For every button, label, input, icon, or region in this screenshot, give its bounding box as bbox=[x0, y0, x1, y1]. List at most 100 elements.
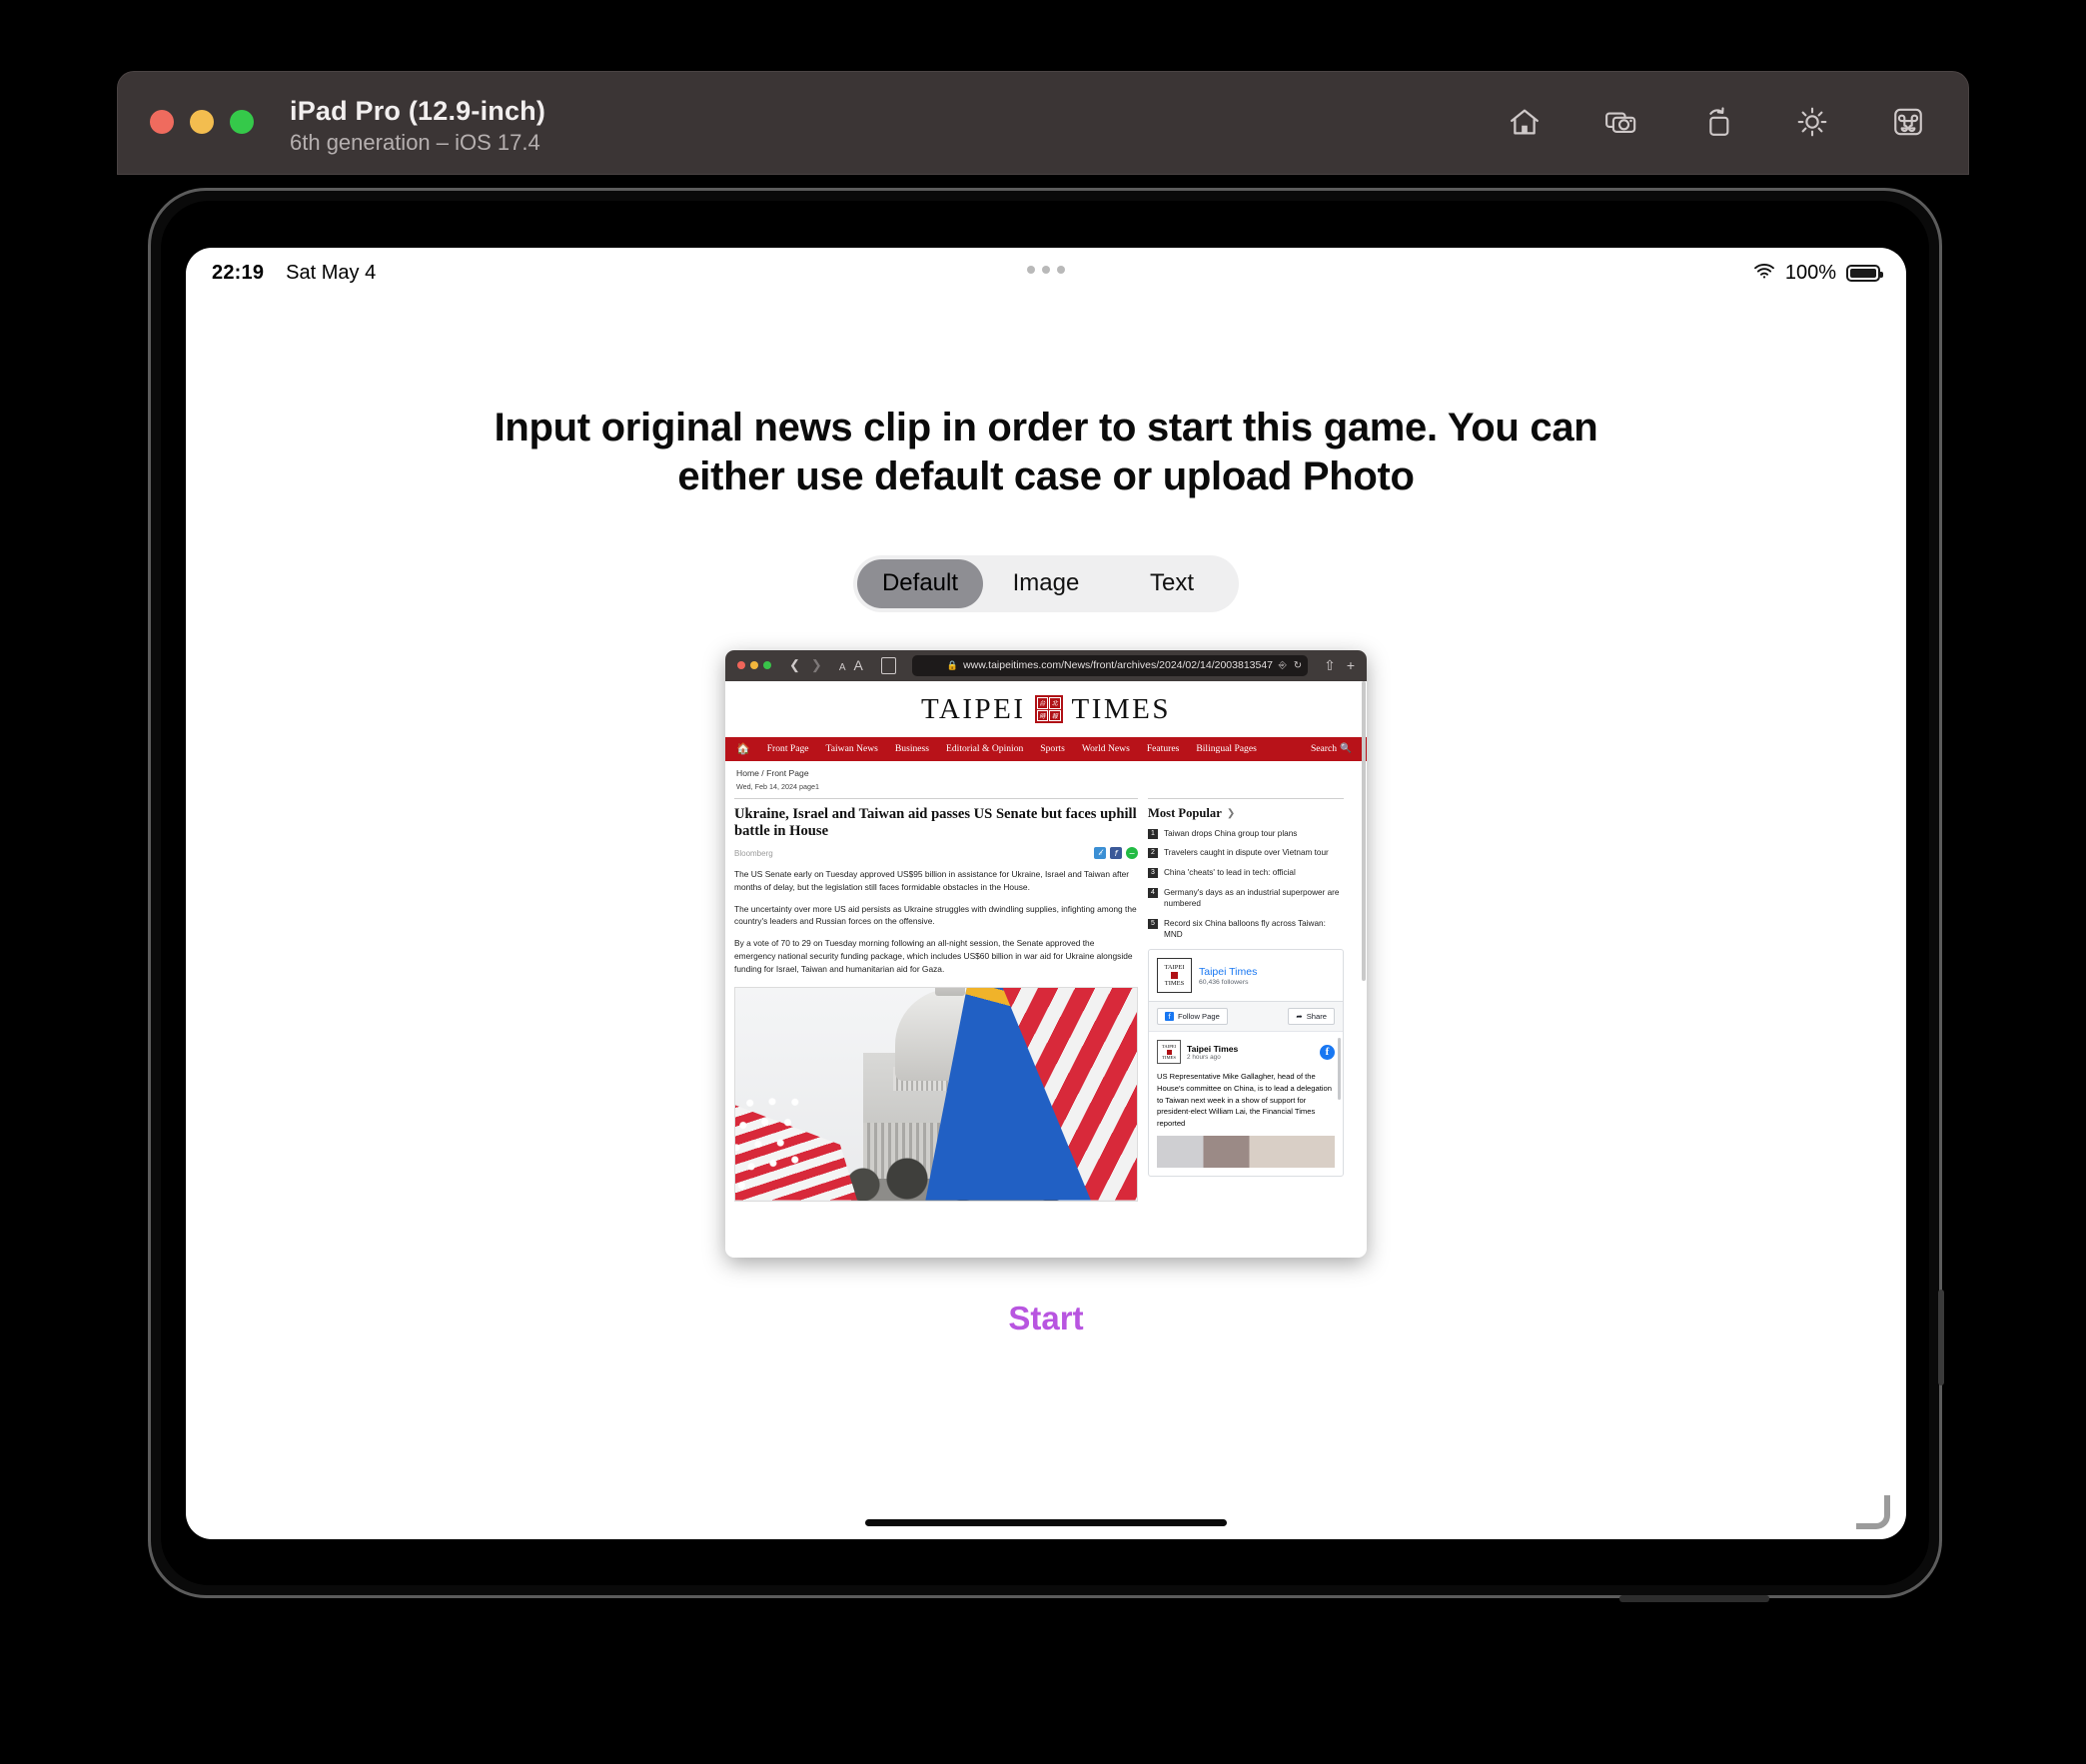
article-dateline: Wed, Feb 14, 2024 page1 bbox=[736, 781, 819, 791]
facebook-followers-count: 60,436 followers bbox=[1199, 978, 1249, 986]
app-content: Input original news clip in order to sta… bbox=[186, 298, 1906, 1539]
nav-front-page[interactable]: Front Page bbox=[767, 743, 809, 754]
segment-image[interactable]: Image bbox=[983, 559, 1109, 608]
window-traffic-lights[interactable] bbox=[150, 110, 254, 134]
article-headline[interactable]: Ukraine, Israel and Taiwan aid passes US… bbox=[734, 797, 1138, 842]
nav-bilingual-pages[interactable]: Bilingual Pages bbox=[1196, 743, 1257, 754]
list-item[interactable]: 1 Taiwan drops China group tour plans bbox=[1148, 828, 1344, 840]
twitter-icon[interactable]: 𝒷 bbox=[1094, 847, 1106, 860]
list-item-label[interactable]: Germany's days as an industrial superpow… bbox=[1164, 887, 1344, 910]
segment-default[interactable]: Default bbox=[857, 558, 983, 608]
masthead-right: TIMES bbox=[1071, 692, 1171, 725]
nav-business[interactable]: Business bbox=[895, 743, 929, 754]
default-news-clip-preview[interactable]: ❮ ❯ A A 🔒 www.taipeitimes.com/News/front… bbox=[725, 649, 1367, 1258]
list-item[interactable]: 2 Travelers caught in dispute over Vietn… bbox=[1148, 847, 1344, 859]
chevron-right-icon[interactable]: ❯ bbox=[811, 657, 822, 673]
facebook-post-author: Taipei Times bbox=[1187, 1043, 1239, 1054]
text-size-control[interactable]: A A bbox=[839, 657, 863, 673]
search-icon[interactable]: 🔍 bbox=[1340, 743, 1352, 754]
most-popular-list: 1 Taiwan drops China group tour plans 2 … bbox=[1148, 828, 1344, 941]
site-navigation[interactable]: 🏠 Front Page Taiwan News Business Editor… bbox=[725, 736, 1367, 761]
follow-page-button[interactable]: f Follow Page bbox=[1157, 1008, 1228, 1026]
taipei-times-masthead: TAIPEI 台 北 時 報 TIMES bbox=[725, 680, 1367, 737]
share-label: Share bbox=[1306, 1012, 1327, 1022]
rank-badge: 4 bbox=[1148, 887, 1158, 898]
nav-sports[interactable]: Sports bbox=[1040, 743, 1065, 754]
list-item-label[interactable]: Travelers caught in dispute over Vietnam… bbox=[1164, 847, 1329, 859]
search-label[interactable]: Search bbox=[1311, 743, 1337, 754]
article-share-buttons[interactable]: 𝒷 f − bbox=[1094, 847, 1138, 860]
address-bar-actions[interactable]: ⎆ ↻ bbox=[1279, 660, 1302, 671]
reader-view-icon[interactable] bbox=[880, 656, 896, 674]
multitasking-control[interactable] bbox=[1027, 266, 1065, 274]
breadcrumb[interactable]: Home / Front Page bbox=[725, 761, 1367, 778]
screenshot-icon[interactable] bbox=[1596, 98, 1644, 146]
ipad-screen: 22:19 Sat May 4 100% Input original news… bbox=[186, 248, 1906, 1539]
list-item[interactable]: 5 Record six China balloons fly across T… bbox=[1148, 918, 1344, 941]
simulator-title-group: iPad Pro (12.9-inch) 6th generation – iO… bbox=[290, 94, 545, 158]
address-bar-url: www.taipeitimes.com/News/front/archives/… bbox=[963, 659, 1274, 672]
safari-navigation[interactable]: ❮ ❯ bbox=[789, 657, 822, 673]
safari-traffic-lights[interactable] bbox=[737, 661, 771, 670]
chevron-left-icon[interactable]: ❮ bbox=[789, 657, 800, 673]
facebook-icon: f bbox=[1165, 1012, 1174, 1022]
article-byline-row: Bloomberg 𝒷 f − bbox=[734, 847, 1138, 860]
screenshot-root: iPad Pro (12.9-inch) 6th generation – iO… bbox=[0, 0, 2086, 1764]
facebook-icon[interactable]: f bbox=[1110, 847, 1122, 860]
follow-page-label: Follow Page bbox=[1178, 1012, 1220, 1022]
simulator-toolbar bbox=[1501, 98, 1932, 146]
article-photo bbox=[734, 986, 1138, 1202]
most-popular-title: Most Popular ❯ bbox=[1148, 797, 1344, 821]
keyboard-icon[interactable] bbox=[1884, 98, 1932, 146]
rank-badge: 3 bbox=[1148, 867, 1158, 878]
page-scrollbar[interactable] bbox=[1362, 680, 1366, 981]
start-button[interactable]: Start bbox=[186, 1300, 1906, 1337]
nav-world-news[interactable]: World News bbox=[1082, 743, 1130, 754]
site-search[interactable]: Search 🔍 bbox=[1311, 743, 1352, 754]
nav-taiwan-news[interactable]: Taiwan News bbox=[826, 743, 878, 754]
input-mode-segmented-control[interactable]: Default Image Text bbox=[853, 554, 1239, 612]
minimize-button[interactable] bbox=[190, 110, 214, 134]
facebook-post-meta: Taipei Times 2 hours ago bbox=[1187, 1044, 1238, 1061]
list-item-label[interactable]: Taiwan drops China group tour plans bbox=[1164, 828, 1297, 840]
lock-icon: 🔒 bbox=[946, 659, 959, 670]
line-icon[interactable]: − bbox=[1126, 847, 1138, 860]
home-indicator[interactable] bbox=[865, 1519, 1227, 1526]
facebook-page-widget: TAIPEI TIMES Taipei Times 60,436 followe… bbox=[1148, 949, 1344, 1177]
rank-badge: 1 bbox=[1148, 828, 1158, 839]
site-body: Ukraine, Israel and Taiwan aid passes US… bbox=[725, 791, 1367, 1202]
facebook-feed-scrollbar[interactable] bbox=[1338, 1038, 1341, 1101]
text-size-small-label[interactable]: A bbox=[839, 662, 846, 673]
list-item-label[interactable]: China 'cheats' to lead in tech: official bbox=[1164, 867, 1296, 879]
rotate-icon[interactable] bbox=[1692, 98, 1740, 146]
reload-icon: ↻ bbox=[1293, 659, 1303, 671]
list-item[interactable]: 3 China 'cheats' to lead in tech: offici… bbox=[1148, 867, 1344, 879]
facebook-post-header: TAIPEI TIMES Taipei Times 2 hours ago f bbox=[1157, 1040, 1335, 1065]
nav-features[interactable]: Features bbox=[1147, 743, 1180, 754]
facebook-post: TAIPEI TIMES Taipei Times 2 hours ago f bbox=[1149, 1031, 1343, 1176]
maximize-button[interactable] bbox=[230, 110, 254, 134]
address-bar[interactable]: 🔒 www.taipeitimes.com/News/front/archive… bbox=[911, 654, 1309, 676]
status-bar-left: 22:19 Sat May 4 bbox=[212, 262, 376, 285]
segment-text[interactable]: Text bbox=[1109, 559, 1235, 608]
power-button[interactable] bbox=[1938, 1290, 1944, 1385]
site-home-icon[interactable]: 🏠 bbox=[736, 742, 750, 755]
home-icon[interactable] bbox=[1501, 98, 1549, 146]
text-size-large-label[interactable]: A bbox=[853, 657, 862, 673]
facebook-post-time: 2 hours ago bbox=[1187, 1053, 1221, 1061]
chevron-right-icon[interactable]: ❯ bbox=[1227, 808, 1235, 819]
wifi-icon bbox=[1753, 262, 1775, 285]
nav-editorial-opinion[interactable]: Editorial & Opinion bbox=[946, 743, 1023, 754]
new-tab-icon: + bbox=[1346, 656, 1355, 673]
facebook-page-name[interactable]: Taipei Times bbox=[1199, 966, 1257, 978]
brightness-icon[interactable] bbox=[1788, 98, 1836, 146]
facebook-post-text: US Representative Mike Gallagher, head o… bbox=[1157, 1072, 1332, 1129]
share-button[interactable]: ➦ Share bbox=[1288, 1008, 1335, 1026]
simulator-device-name: iPad Pro (12.9-inch) bbox=[290, 96, 546, 126]
list-item[interactable]: 4 Germany's days as an industrial superp… bbox=[1148, 887, 1344, 910]
resize-handle[interactable] bbox=[1856, 1495, 1890, 1529]
safari-right-actions[interactable]: ⇧ + bbox=[1324, 657, 1355, 674]
list-item-label[interactable]: Record six China balloons fly across Tai… bbox=[1164, 918, 1344, 941]
share-icon: ➦ bbox=[1296, 1012, 1303, 1022]
close-button[interactable] bbox=[150, 110, 174, 134]
